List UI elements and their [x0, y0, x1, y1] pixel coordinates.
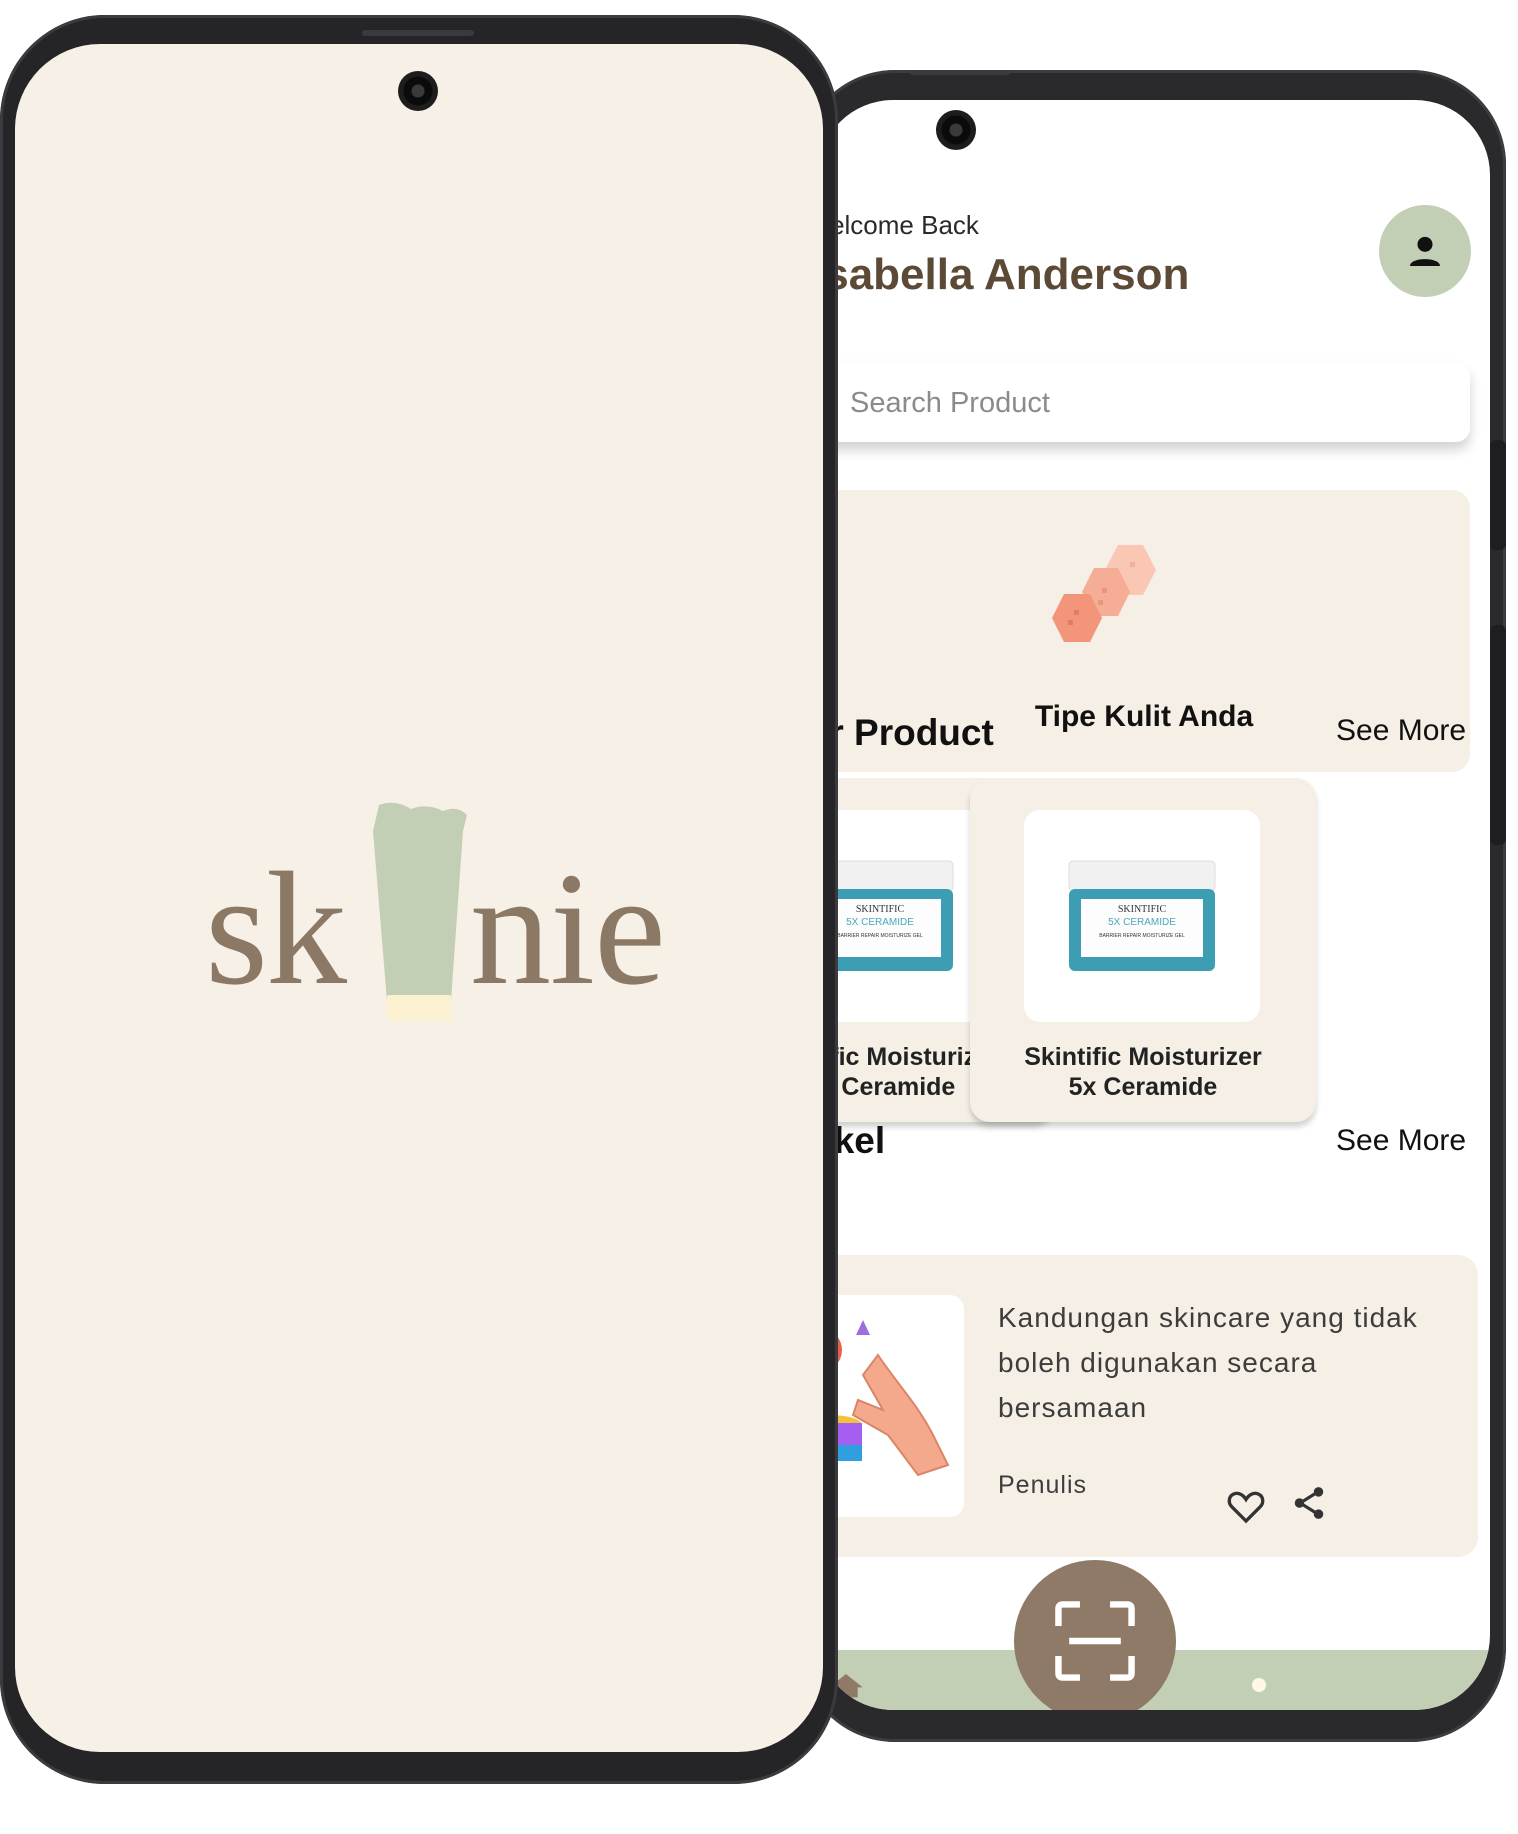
search-bar[interactable]: [818, 362, 1470, 444]
nav-indicator-dot: [1252, 1678, 1266, 1692]
article-author: Penulis: [998, 1471, 1087, 1499]
moisturizer-jar-image: SKINTIFIC 5X CERAMIDE BARRIER REPAIR MOI…: [818, 860, 954, 971]
product-name-line2: 5x Ceramide: [1068, 1073, 1218, 1101]
article-card[interactable]: Kandungan skincare yang tidak boleh digu…: [818, 1255, 1478, 1557]
jar-brand: SKINTIFIC: [856, 904, 905, 915]
product-card[interactable]: SKINTIFIC 5X CERAMIDE BARRIER REPAIR MOI…: [970, 778, 1316, 1122]
moisturizer-jar-image: SKINTIFIC 5X CERAMIDE BARRIER REPAIR MOI…: [1068, 860, 1216, 971]
welcome-text: Welcome Back: [818, 210, 979, 240]
volume-button: [1490, 625, 1506, 845]
jar-title: 5X CERAMIDE: [846, 917, 914, 928]
profile-avatar-button[interactable]: [1379, 205, 1471, 297]
home-screen: Welcome Back Isabella Anderson Tipe Kuli…: [818, 100, 1490, 1710]
jar-subtitle: BARRIER REPAIR MOISTURIZE GEL: [837, 933, 923, 939]
product-image: SKINTIFIC 5X CERAMIDE BARRIER REPAIR MOI…: [1024, 810, 1260, 1022]
scan-button[interactable]: [1014, 1560, 1176, 1710]
front-camera: [398, 71, 438, 111]
popular-product-title: Popular Product: [818, 712, 994, 753]
heart-icon[interactable]: [1226, 1487, 1266, 1525]
scan-icon: [1055, 1601, 1135, 1681]
skinie-logo: sk nie: [205, 801, 695, 1031]
search-input[interactable]: [848, 362, 1412, 444]
tube-icon: [373, 802, 467, 1021]
popular-see-more-link[interactable]: See More: [1336, 714, 1466, 748]
article-image: [818, 1295, 964, 1517]
user-name: Isabella Anderson: [818, 250, 1190, 299]
logo-text-right: nie: [470, 840, 666, 1019]
article-see-more-link[interactable]: See More: [1336, 1124, 1466, 1158]
jar-subtitle: BARRIER REPAIR MOISTURIZE GEL: [1099, 933, 1185, 939]
person-icon: [1410, 236, 1440, 266]
skin-cells-illustration: [1052, 545, 1156, 642]
power-button: [1490, 440, 1506, 550]
article-headline[interactable]: Kandungan skincare yang tidak boleh digu…: [998, 1295, 1418, 1430]
splash-screen: sk nie: [15, 44, 823, 1752]
share-icon[interactable]: [1290, 1483, 1328, 1523]
jar-title: 5X CERAMIDE: [1108, 917, 1176, 928]
product-name-line1: Skintific Moisturizer: [1024, 1043, 1262, 1071]
front-camera-back-phone: [936, 110, 976, 150]
jar-brand: SKINTIFIC: [1118, 904, 1167, 915]
skincare-hands-illustration: [818, 1320, 950, 1477]
logo-text-left: sk: [205, 840, 347, 1019]
